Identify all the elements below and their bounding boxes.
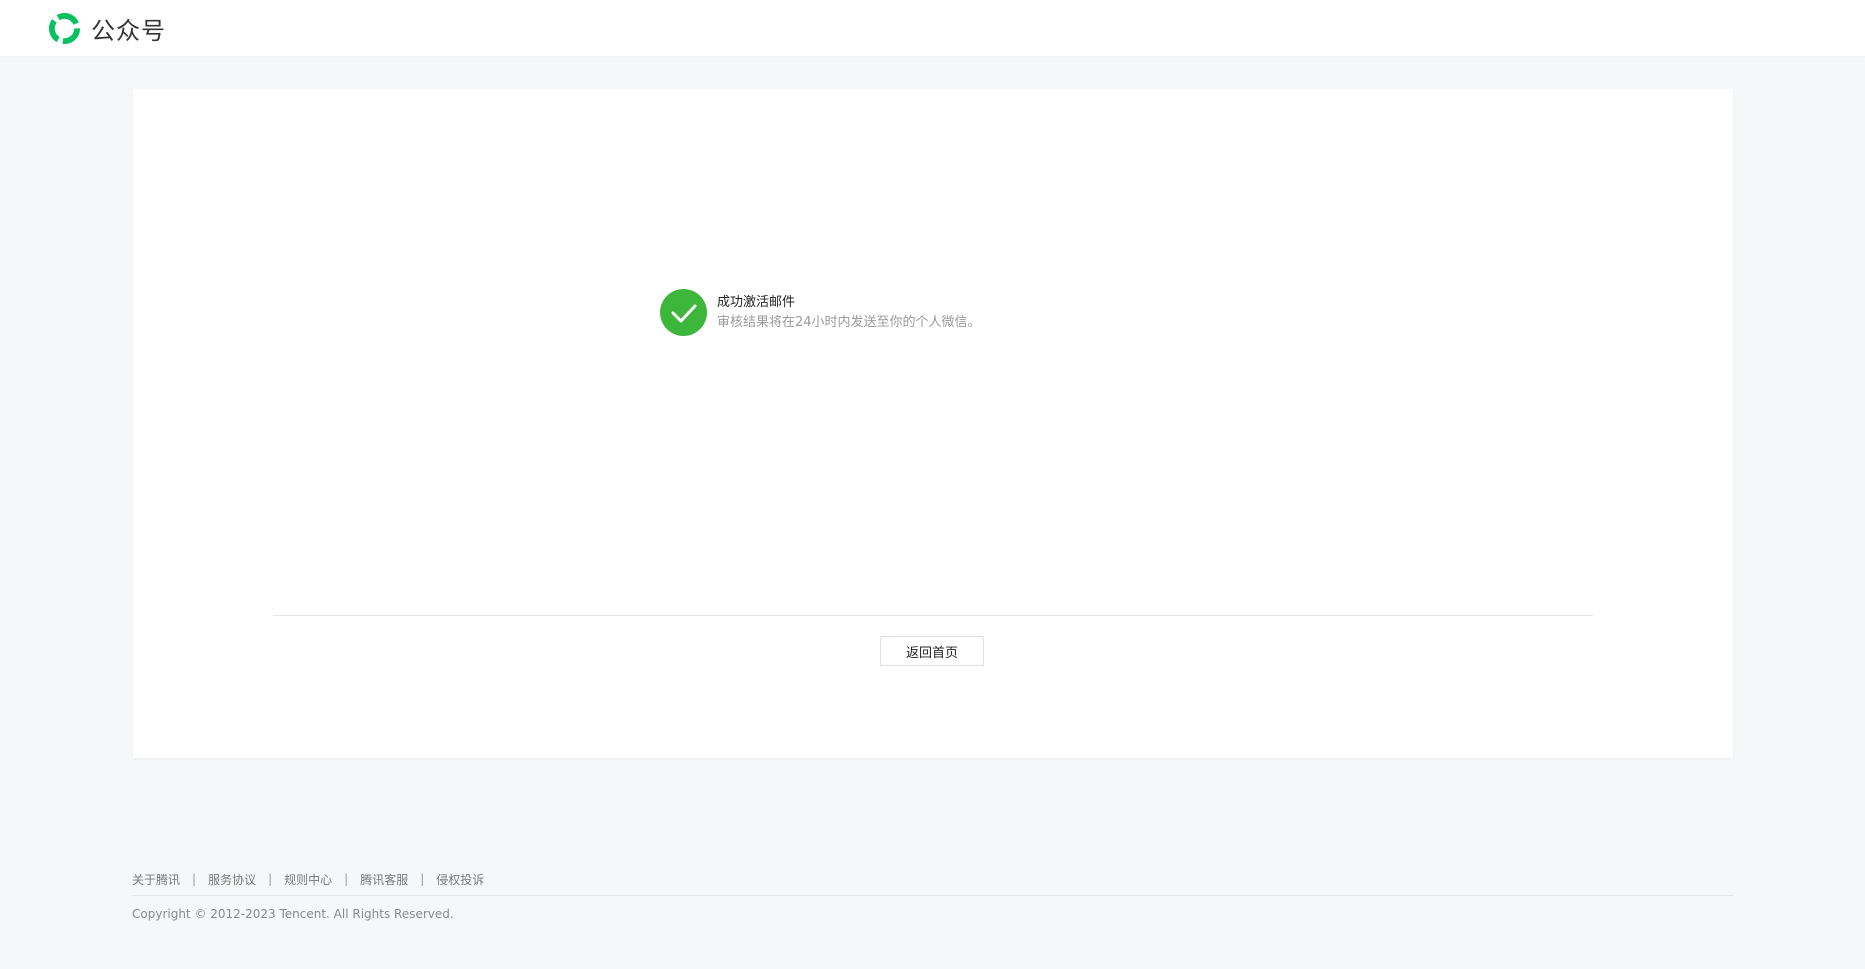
footer-link-rules-center[interactable]: 规则中心	[284, 871, 332, 888]
footer-separator: |	[344, 872, 349, 886]
success-title: 成功激活邮件	[717, 294, 796, 310]
card-divider	[273, 615, 1593, 616]
footer-separator: |	[192, 872, 197, 886]
success-description: 审核结果将在24小时内发送至你的个人微信。	[717, 314, 981, 330]
footer-link-service-agreement[interactable]: 服务协议	[208, 871, 256, 888]
footer-divider	[132, 895, 1733, 896]
brand-name: 公众号	[91, 16, 166, 45]
footer-link-customer-service[interactable]: 腾讯客服	[360, 871, 408, 888]
success-message: 成功激活邮件 审核结果将在24小时内发送至你的个人微信。	[660, 289, 981, 336]
check-circle-icon	[660, 289, 707, 336]
brand[interactable]: 公众号	[47, 11, 166, 45]
back-to-home-button[interactable]: 返回首页	[880, 636, 984, 666]
top-bar: 公众号	[0, 0, 1865, 56]
wechat-official-account-logo-icon	[48, 12, 81, 44]
footer-separator: |	[268, 872, 273, 886]
footer-link-infringement-complaint[interactable]: 侵权投诉	[436, 871, 484, 888]
footer: 关于腾讯 | 服务协议 | 规则中心 | 腾讯客服 | 侵权投诉 Copyrig…	[132, 870, 1733, 921]
footer-link-about-tencent[interactable]: 关于腾讯	[132, 871, 180, 888]
success-text: 成功激活邮件 审核结果将在24小时内发送至你的个人微信。	[717, 293, 981, 333]
footer-separator: |	[420, 872, 425, 886]
copyright: Copyright © 2012-2023 Tencent. All Right…	[132, 907, 454, 921]
result-card: 成功激活邮件 审核结果将在24小时内发送至你的个人微信。 返回首页	[133, 89, 1733, 758]
footer-links: 关于腾讯 | 服务协议 | 规则中心 | 腾讯客服 | 侵权投诉	[132, 870, 1733, 888]
